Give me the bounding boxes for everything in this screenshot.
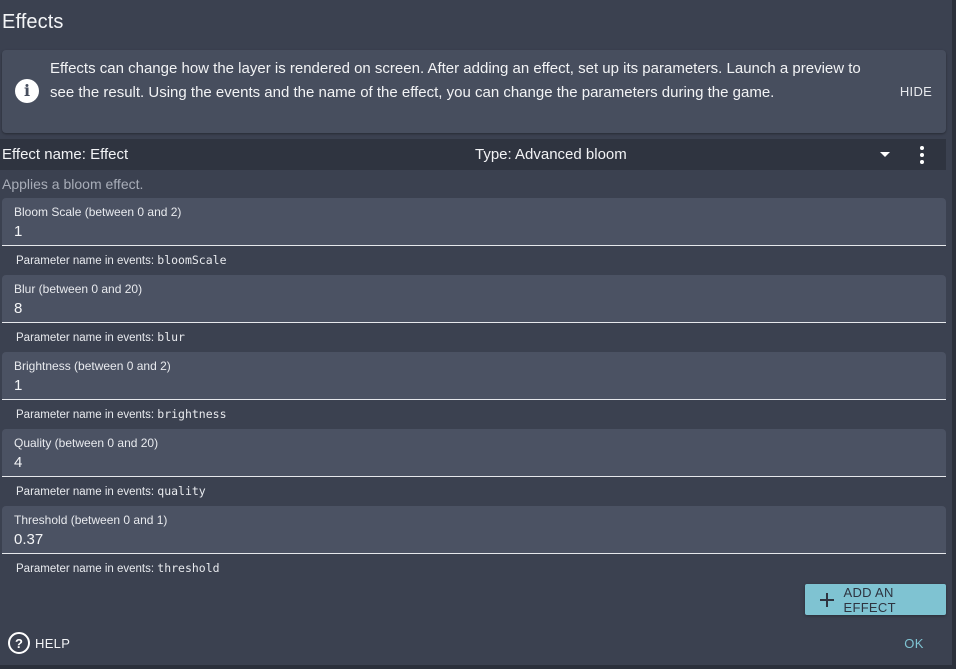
info-panel: i Effects can change how the layer is re…	[2, 50, 946, 133]
param-hint-prefix: Parameter name in events:	[16, 332, 158, 344]
chevron-down-icon[interactable]	[880, 152, 890, 157]
help-circle-icon: ?	[8, 632, 30, 654]
help-label: HELP	[35, 635, 71, 651]
param-name: threshold	[157, 561, 220, 575]
param-name: blur	[157, 330, 185, 344]
add-effect-button[interactable]: ADD AN EFFECT	[805, 584, 946, 615]
blur-field[interactable]: Blur (between 0 and 20) 8	[2, 275, 946, 323]
hide-button[interactable]: HIDE	[886, 84, 946, 102]
threshold-field[interactable]: Threshold (between 0 and 1) 0.37	[2, 506, 946, 554]
param-hint-prefix: Parameter name in events:	[16, 486, 158, 498]
effects-dialog: Effects i Effects can change how the lay…	[0, 0, 956, 669]
brightness-field[interactable]: Brightness (between 0 and 2) 1	[2, 352, 946, 400]
param-hint-prefix: Parameter name in events:	[16, 409, 158, 421]
param-name: brightness	[157, 407, 227, 421]
dialog-title: Effects	[2, 11, 64, 33]
effect-type-select[interactable]: Type: Advanced bloom	[470, 139, 900, 170]
field-value[interactable]: 1	[14, 223, 22, 240]
effect-description: Applies a bloom effect.	[2, 176, 144, 192]
field-value[interactable]: 1	[14, 377, 22, 394]
field-value[interactable]: 0.37	[14, 531, 43, 548]
info-text: Effects can change how the layer is rend…	[50, 60, 861, 101]
field-label: Blur (between 0 and 20)	[14, 282, 143, 296]
plus-icon	[820, 592, 835, 607]
field-label: Threshold (between 0 and 1)	[14, 513, 168, 527]
param-name: quality	[157, 484, 206, 498]
effect-name-field[interactable]: Effect name: Effect	[2, 146, 128, 163]
add-effect-label: ADD AN EFFECT	[843, 584, 896, 615]
param-hint: Parameter name in events: blur	[16, 330, 185, 344]
field-label: Bloom Scale (between 0 and 2)	[14, 205, 182, 219]
info-icon: i	[15, 79, 39, 103]
effect-type-label: Type: Advanced bloom	[475, 146, 627, 163]
param-hint-prefix: Parameter name in events:	[16, 255, 158, 267]
param-name: bloomScale	[157, 253, 227, 267]
quality-field[interactable]: Quality (between 0 and 20) 4	[2, 429, 946, 477]
param-hint: Parameter name in events: brightness	[16, 407, 227, 421]
field-value[interactable]: 4	[14, 454, 22, 471]
bloom-scale-field[interactable]: Bloom Scale (between 0 and 2) 1	[2, 198, 946, 246]
window-edge-right	[952, 0, 956, 669]
effect-header: Effect name: Effect Type: Advanced bloom	[0, 139, 946, 170]
field-value[interactable]: 8	[14, 300, 22, 317]
help-button[interactable]: ? HELP	[8, 632, 70, 654]
field-label: Brightness (between 0 and 2)	[14, 359, 171, 373]
more-vert-icon[interactable]	[912, 145, 932, 165]
param-hint: Parameter name in events: threshold	[16, 561, 220, 575]
field-label: Quality (between 0 and 20)	[14, 436, 159, 450]
param-hint: Parameter name in events: quality	[16, 484, 206, 498]
ok-button[interactable]: OK	[896, 636, 932, 652]
window-edge-bottom	[0, 665, 956, 669]
param-hint: Parameter name in events: bloomScale	[16, 253, 227, 267]
param-hint-prefix: Parameter name in events:	[16, 563, 158, 575]
